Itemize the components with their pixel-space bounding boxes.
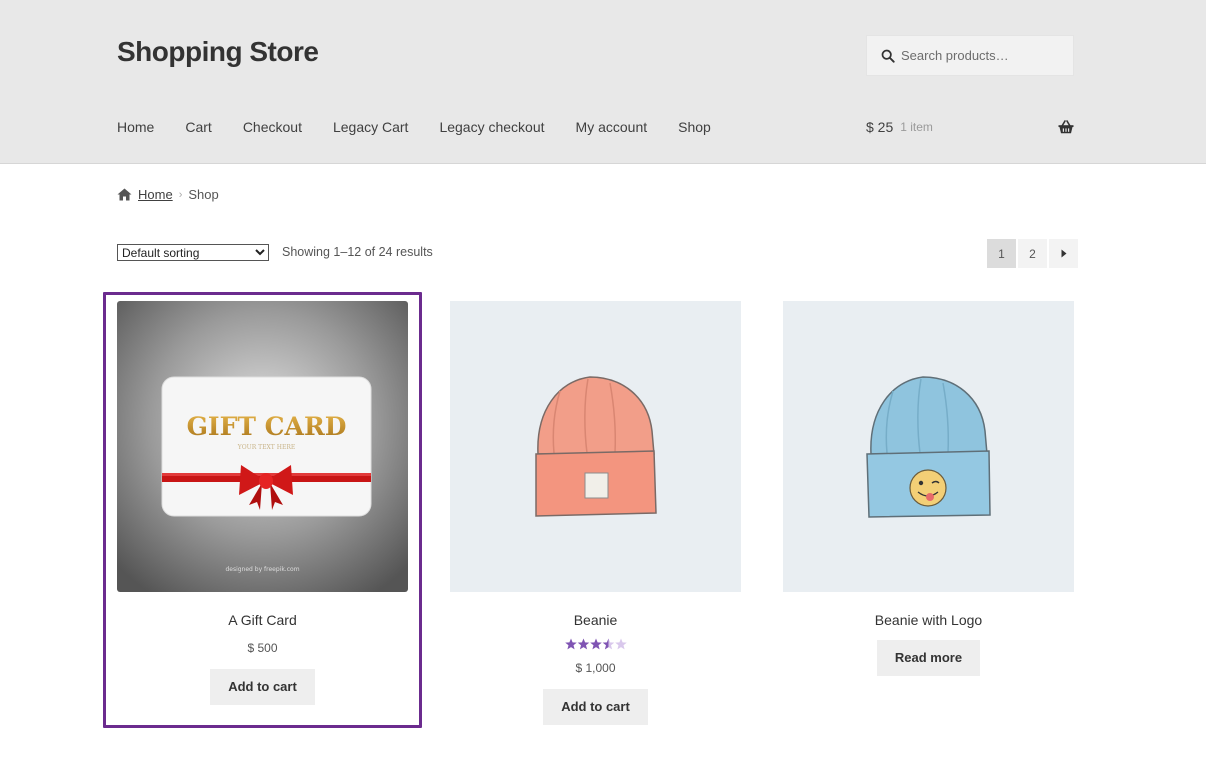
breadcrumb-separator: › [178,188,183,201]
star-rating [450,638,741,652]
product-card: Beanie $ 1,000 Add to cart [450,301,741,725]
focus-outline [103,292,422,728]
site-header: Shopping Store Home Cart Checkout Legacy… [0,0,1206,164]
nav-item-home[interactable]: Home [117,119,154,135]
product-price: $ 1,000 [575,661,616,675]
add-to-cart-button[interactable]: Add to cart [543,689,648,725]
product-card: Beanie with Logo Read more [783,301,1074,676]
cart-item-count: 1 item [900,120,933,134]
breadcrumb-home-link[interactable]: Home [138,187,173,202]
home-icon [117,188,132,201]
mini-cart[interactable]: $ 25 1 item [866,119,1074,135]
product-image-beanie-with-logo[interactable] [783,301,1074,592]
star-icon [589,638,602,650]
site-title[interactable]: Shopping Store [117,36,319,68]
sorting-select[interactable]: Default sorting [117,244,269,261]
breadcrumb-current: Shop [188,187,219,202]
result-count: Showing 1–12 of 24 results [282,245,433,259]
search-box[interactable] [866,35,1074,76]
next-page-button[interactable] [1049,239,1078,268]
product-title[interactable]: Beanie [450,612,741,628]
nav-item-legacy-cart[interactable]: Legacy Cart [333,119,408,135]
read-more-button[interactable]: Read more [876,640,981,676]
star-icon [564,638,577,650]
product-title[interactable]: Beanie with Logo [783,612,1074,628]
page-1[interactable]: 1 [987,239,1016,268]
primary-nav: Home Cart Checkout Legacy Cart Legacy ch… [117,119,742,135]
star-icon [577,638,589,650]
nav-item-checkout[interactable]: Checkout [243,119,302,135]
cart-amount: $ 25 [866,119,894,135]
product-image-beanie[interactable] [450,301,741,592]
star-half-icon [602,638,614,650]
nav-item-cart[interactable]: Cart [185,119,211,135]
nav-item-shop[interactable]: Shop [678,119,711,135]
search-input[interactable] [901,48,1071,63]
nav-item-my-account[interactable]: My account [576,119,648,135]
basket-icon [1058,120,1074,134]
search-icon [881,49,895,63]
pagination: 1 2 [987,239,1080,268]
page-2[interactable]: 2 [1018,239,1047,268]
star-empty-icon [614,638,627,650]
breadcrumb: Home › Shop [117,187,219,202]
caret-right-icon [1061,249,1066,258]
nav-item-legacy-checkout[interactable]: Legacy checkout [439,119,544,135]
